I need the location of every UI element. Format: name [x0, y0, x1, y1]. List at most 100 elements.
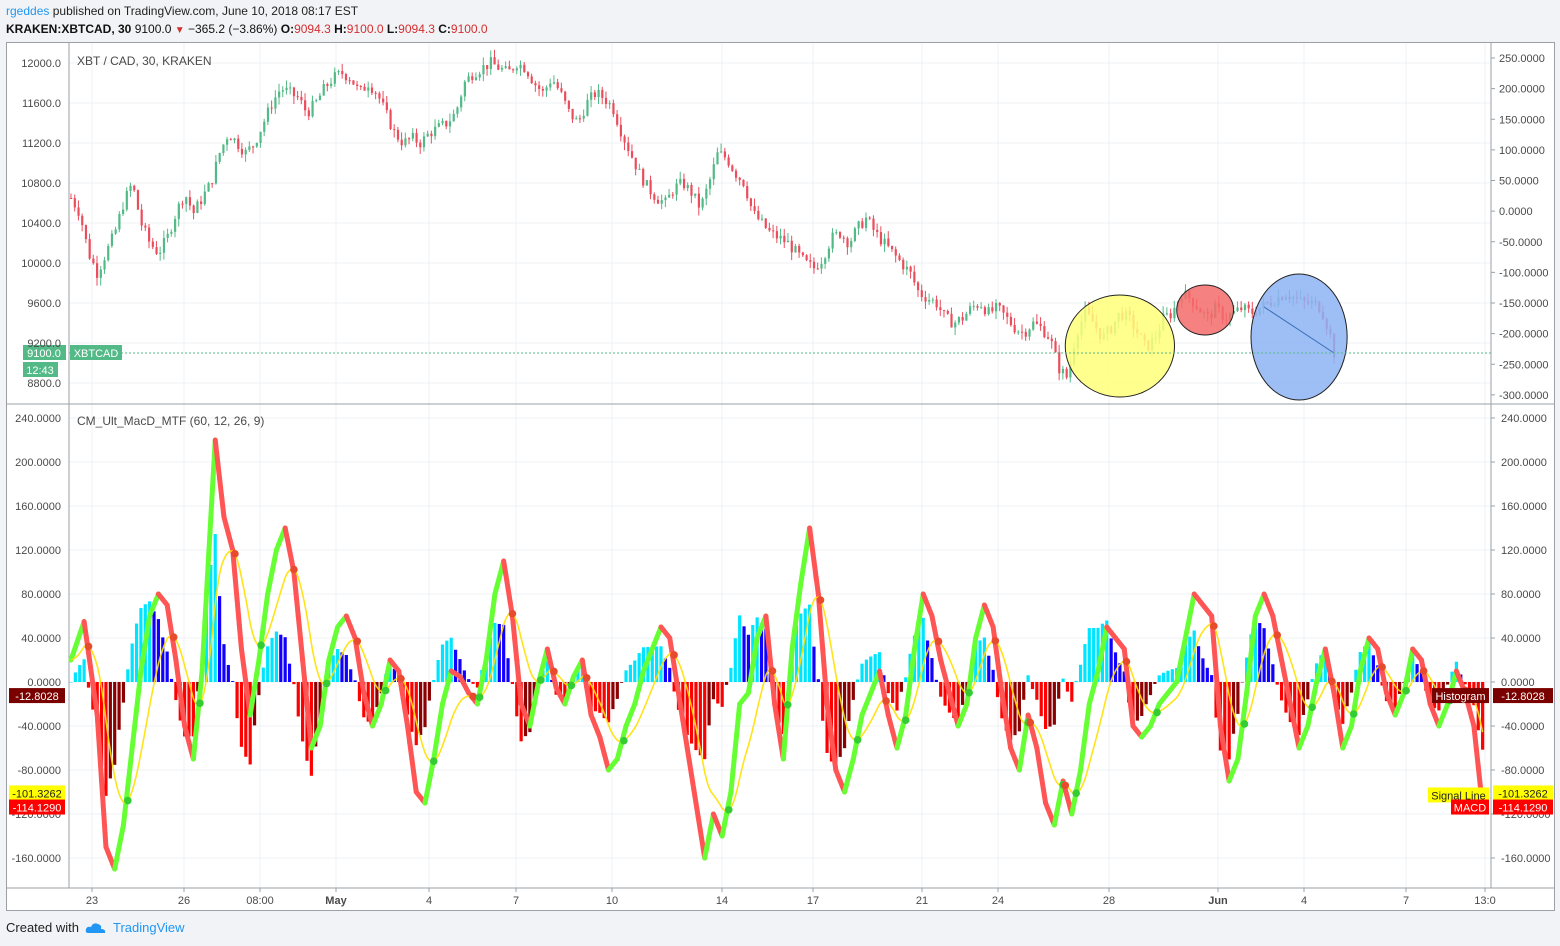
candle-body: [571, 108, 574, 120]
cross-dot: [290, 565, 298, 574]
candle-body: [370, 87, 374, 93]
macd-segment: [763, 613, 771, 641]
high-label: H:: [334, 22, 347, 36]
histogram-bar: [724, 682, 729, 685]
cross-dot: [853, 735, 862, 744]
histogram-bar: [860, 663, 864, 682]
cross-dot: [620, 736, 628, 745]
histogram-bar: [1210, 675, 1214, 682]
histogram-bar: [729, 667, 733, 682]
candle-body: [159, 252, 162, 254]
candle-body: [642, 168, 645, 186]
price-axis-label: 11200.0: [22, 138, 61, 150]
candle-body: [590, 92, 593, 100]
histogram-bar: [86, 682, 91, 688]
histogram-bar: [939, 682, 943, 697]
candle-body: [170, 231, 173, 234]
histogram-bar: [904, 677, 908, 682]
candle-body: [493, 57, 496, 65]
symbol-label: KRAKEN:XBTCAD, 30: [6, 22, 132, 36]
histogram-bar: [261, 667, 265, 682]
candle-body: [445, 120, 448, 127]
histogram-bar: [226, 664, 230, 682]
macd-segment: [514, 657, 522, 685]
candle-body: [560, 88, 563, 92]
candle-body: [872, 218, 875, 230]
price-axis-label: 11600.0: [22, 98, 61, 110]
time-axis-label: 26: [178, 895, 190, 907]
macd-right-axis-label: 200.0000: [1501, 457, 1547, 469]
histogram-bar: [930, 658, 934, 682]
right-axis-label: 100.0000: [1499, 145, 1545, 157]
histogram-bar: [510, 682, 515, 685]
candle-body: [114, 229, 117, 234]
cross-dot: [1240, 720, 1249, 728]
right-axis-label: 0.0000: [1499, 206, 1533, 218]
histogram-bar: [270, 637, 274, 682]
macd-segment: [1475, 764, 1483, 790]
candle-body: [1058, 352, 1061, 374]
cross-dot: [257, 641, 265, 649]
candle-body: [1251, 308, 1254, 314]
histogram-bar: [960, 682, 965, 705]
cross-dot: [475, 693, 484, 702]
histogram-bar: [344, 654, 348, 682]
histogram-bar: [1266, 648, 1271, 682]
countdown-tag-text: 12:43: [26, 365, 54, 377]
histogram-bar: [1087, 628, 1091, 682]
candle-body: [567, 100, 570, 109]
cross-dot: [124, 796, 132, 805]
histogram-bar: [471, 682, 475, 684]
cross-dot: [991, 637, 1000, 645]
right-axis-label: 200.0000: [1499, 84, 1545, 96]
histogram-bar: [1446, 682, 1450, 685]
candle-body: [389, 110, 392, 129]
chart-frame[interactable]: 9100.0 XBTCAD 12:43 12000.0 11600.0 11200.0 10…: [6, 42, 1555, 911]
histogram-bar: [624, 670, 628, 682]
candle-body: [155, 247, 158, 254]
macd-right-axis-label: 0.0000: [1501, 677, 1535, 689]
candle-body: [998, 303, 1001, 306]
histogram-bar: [231, 681, 235, 682]
candle-body: [556, 82, 559, 89]
candle-body: [894, 249, 897, 256]
ohlc-line: KRAKEN:XBTCAD, 30 9100.0 ▼ −365.2 (−3.86…: [6, 22, 488, 38]
histogram-bar: [165, 651, 169, 682]
macd-left-axis-label: -80.0000: [18, 765, 61, 777]
histogram-left-tag-text: -12.8028: [15, 691, 58, 703]
chart-canvas[interactable]: 9100.0 XBTCAD12:4312000.011600.011200.010…: [7, 43, 1554, 910]
macd-segment: [232, 572, 240, 602]
candle-body: [408, 138, 411, 140]
histogram-bar: [161, 637, 165, 682]
macd-name-tag-text: MACD: [1454, 803, 1486, 815]
candle-body: [775, 231, 779, 239]
cross-dot: [508, 609, 517, 618]
macd-left-axis-label: 40.0000: [21, 633, 61, 645]
histogram-bar: [1148, 682, 1153, 696]
histogram-bar: [720, 682, 724, 707]
candle-body: [519, 64, 522, 69]
candle-body: [125, 190, 128, 210]
candle-body: [727, 157, 730, 166]
footer: Created with TradingView: [6, 920, 185, 935]
candle-body: [140, 209, 143, 226]
histogram-bar: [266, 646, 270, 682]
histogram-bar: [283, 637, 287, 682]
candle-body: [292, 87, 296, 97]
macd-indicator-title: CM_Ult_MacD_MTF (60, 12, 26, 9): [77, 414, 264, 428]
candle-body: [437, 123, 440, 127]
cross-dot: [582, 673, 591, 682]
histogram-bar: [987, 655, 991, 682]
macd-segment: [219, 495, 227, 520]
right-axis-label: 50.0000: [1499, 176, 1539, 188]
candle-body: [942, 310, 946, 312]
candle-body: [356, 84, 359, 86]
candle-body: [846, 238, 849, 248]
tradingview-link[interactable]: TradingView: [113, 920, 185, 935]
author-link[interactable]: rgeddes: [6, 4, 49, 18]
candle-body: [415, 132, 418, 143]
histogram-bar: [1017, 682, 1021, 732]
candle-body: [768, 227, 771, 231]
candle-body: [701, 198, 704, 208]
cross-dot: [196, 699, 204, 707]
